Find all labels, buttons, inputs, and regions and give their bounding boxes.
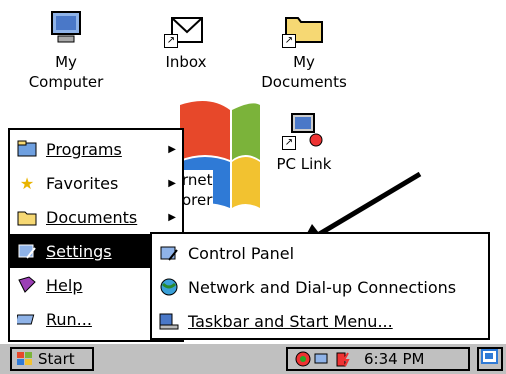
settings-submenu: Control Panel Network and Dial-up Connec… bbox=[150, 232, 490, 340]
desktop-icon-inbox[interactable]: ↗ Inbox bbox=[138, 8, 234, 72]
help-book-icon bbox=[16, 275, 38, 295]
menu-item-taskbar-start-menu[interactable]: Taskbar and Start Menu... bbox=[152, 304, 488, 338]
shortcut-arrow-icon: ↗ bbox=[164, 34, 178, 48]
submenu-arrow-icon: ▶ bbox=[168, 211, 176, 223]
desktop-icon-my-documents[interactable]: ↗ My Documents bbox=[256, 8, 352, 92]
menu-item-favorites[interactable]: ★ Favorites ▶ bbox=[10, 166, 182, 200]
menu-item-label: Settings bbox=[46, 241, 112, 261]
taskbar-settings-icon bbox=[158, 311, 180, 331]
menu-item-label: Run... bbox=[46, 309, 92, 329]
system-tray: 6:34 PM bbox=[286, 347, 470, 371]
menu-item-label: Programs bbox=[46, 139, 122, 159]
menu-item-label: Documents bbox=[46, 207, 138, 227]
network-tray-icon[interactable] bbox=[294, 351, 312, 367]
control-panel-icon bbox=[158, 243, 180, 263]
menu-item-documents[interactable]: Documents ▶ bbox=[10, 200, 182, 234]
settings-icon bbox=[16, 241, 38, 261]
folder-icon: ↗ bbox=[282, 8, 326, 48]
start-label: Start bbox=[38, 350, 75, 368]
show-desktop-button[interactable] bbox=[477, 347, 503, 371]
inbox-icon: ↗ bbox=[164, 8, 208, 48]
desktop-icon-label: My Documents bbox=[261, 53, 347, 91]
start-button[interactable]: Start bbox=[10, 347, 94, 371]
menu-item-label: Control Panel bbox=[188, 243, 295, 263]
star-icon: ★ bbox=[19, 173, 35, 193]
menu-item-label: Favorites bbox=[46, 173, 119, 193]
submenu-arrow-icon: ▶ bbox=[168, 177, 176, 189]
menu-item-network-connections[interactable]: Network and Dial-up Connections bbox=[152, 270, 488, 304]
menu-item-label: Network and Dial-up Connections bbox=[188, 277, 457, 297]
taskbar: Start 6:34 PM bbox=[0, 342, 506, 374]
menu-item-label: Help bbox=[46, 275, 83, 295]
clock[interactable]: 6:34 PM bbox=[364, 350, 424, 368]
desktop-icon-pc-link[interactable]: ↗ PC Link bbox=[256, 110, 352, 174]
shortcut-arrow-icon: ↗ bbox=[282, 34, 296, 48]
desktop-icon-label: My Computer bbox=[28, 53, 104, 91]
desktop-icon-label: Inbox bbox=[165, 53, 207, 71]
desktop-icon-internet-explorer[interactable]: rnet orer bbox=[170, 100, 270, 220]
menu-item-control-panel[interactable]: Control Panel bbox=[152, 236, 488, 270]
submenu-arrow-icon: ▶ bbox=[168, 143, 176, 155]
windows-flag-icon bbox=[16, 351, 34, 367]
menu-item-programs[interactable]: Programs ▶ bbox=[10, 132, 182, 166]
show-desktop-icon bbox=[481, 349, 499, 369]
connection-tray-icon[interactable] bbox=[314, 351, 332, 367]
power-tray-icon[interactable] bbox=[334, 351, 352, 367]
computer-icon bbox=[44, 8, 88, 48]
ie-label-partial: rnet orer bbox=[182, 170, 213, 210]
programs-icon bbox=[16, 139, 38, 159]
network-globe-icon bbox=[158, 277, 180, 297]
pc-link-icon: ↗ bbox=[282, 110, 326, 150]
menu-item-label: Taskbar and Start Menu... bbox=[188, 311, 393, 331]
run-icon bbox=[16, 309, 38, 329]
desktop-icon-my-computer[interactable]: My Computer bbox=[18, 8, 114, 92]
documents-folder-icon bbox=[16, 207, 38, 227]
shortcut-arrow-icon: ↗ bbox=[282, 136, 296, 150]
